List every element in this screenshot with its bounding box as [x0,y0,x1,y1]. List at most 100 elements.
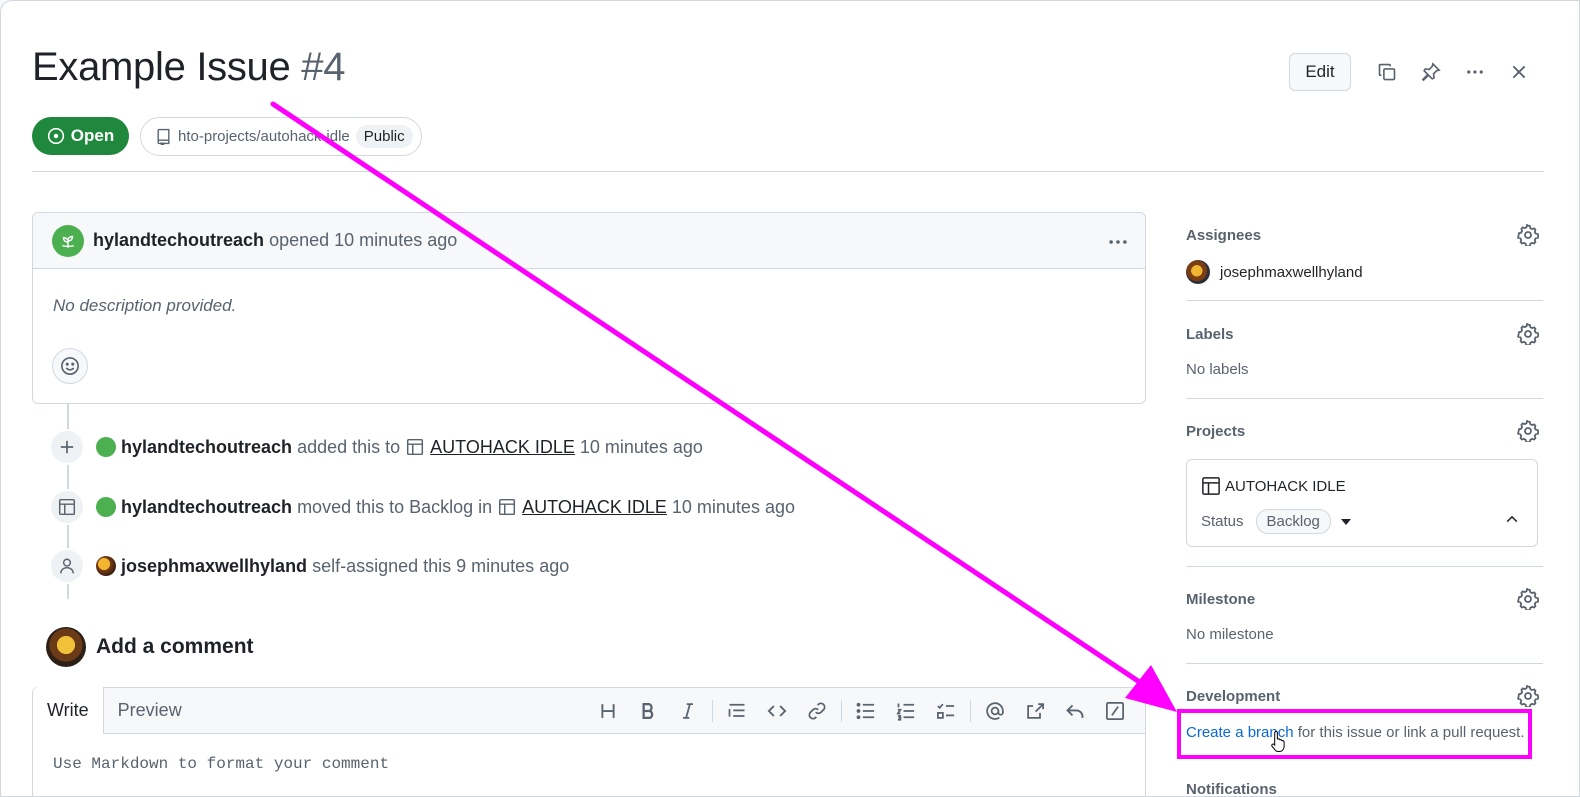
issue-panel: Example Issue #4 Edit Open hto-projects/… [0,0,1580,797]
plant-icon [62,235,74,248]
heading-icon[interactable] [588,698,628,724]
code-icon[interactable] [757,698,797,724]
user-avatar[interactable] [96,497,116,517]
assignee-item[interactable]: josephmaxwellhyland [1186,260,1543,284]
comment-action: opened [269,230,330,250]
unordered-list-icon[interactable] [846,698,886,724]
slash-commands-icon[interactable] [1095,698,1135,724]
visibility-badge: Public [355,125,413,148]
issue-number: #4 [301,45,346,89]
user-avatar[interactable] [96,556,116,576]
pin-icon[interactable] [1409,53,1453,91]
repo-name[interactable]: hto-projects/autohack-idle [178,128,350,145]
tab-write[interactable]: Write [33,687,104,734]
timeline-user[interactable]: hylandtechoutreach [121,497,292,518]
toolbar-divider [970,700,971,722]
copy-icon[interactable] [1365,53,1409,91]
comment-author[interactable]: hylandtechoutreach [93,230,264,251]
projects-heading: Projects [1186,422,1246,440]
issue-state-badge: Open [32,117,129,155]
header-actions: Edit [1289,53,1541,91]
cross-reference-icon[interactable] [1015,698,1055,724]
add-reaction-button[interactable] [52,348,88,384]
saved-replies-icon[interactable] [1055,698,1095,724]
labels-value: No labels [1186,361,1249,378]
timeline-text: added this to [297,436,401,457]
status-value[interactable]: Backlog [1255,509,1331,534]
italic-icon[interactable] [668,698,708,724]
timeline-time[interactable]: 10 minutes ago [580,437,703,458]
kebab-horizontal-icon[interactable] [1453,53,1497,91]
table-icon [499,498,516,516]
project-name-row[interactable]: AUTOHACK IDLE [1201,476,1346,496]
comment-textarea[interactable]: Use Markdown to format your comment [53,755,389,773]
triangle-down-icon[interactable] [1340,518,1351,525]
gear-icon[interactable] [1517,588,1539,610]
current-user-avatar[interactable] [46,627,86,667]
timeline-time[interactable]: 10 minutes ago [672,497,795,518]
close-icon[interactable] [1497,53,1541,91]
header-divider [32,171,1544,172]
issue-state-label: Open [70,126,115,145]
comment-time[interactable]: 10 minutes ago [334,230,457,251]
timeline-item: hylandtechoutreach moved this to Backlog… [49,488,795,526]
project-link[interactable]: AUTOHACK IDLE [522,497,667,518]
issue-title: Example Issue #4 [32,45,345,90]
assignees-heading: Assignees [1186,226,1262,244]
annotation-highlight-box [1177,709,1532,759]
issue-body-comment: hylandtechoutreach opened 10 minutes ago… [32,212,1146,404]
author-avatar[interactable] [52,224,84,257]
ordered-list-icon[interactable] [886,698,926,724]
comment-body: No description provided. [53,296,237,315]
labels-section: Labels No labels [1186,323,1543,378]
timeline-user[interactable]: josephmaxwellhyland [121,556,307,577]
project-name[interactable]: AUTOHACK IDLE [1225,478,1346,495]
comment-header: hylandtechoutreach opened 10 minutes ago [33,213,1145,269]
user-avatar[interactable] [96,437,116,457]
chevron-up-icon[interactable] [1505,512,1519,526]
assignees-section: Assignees josephmaxwellhyland [1186,224,1543,284]
gear-icon[interactable] [1517,685,1539,707]
assignee-avatar[interactable] [1186,260,1210,284]
notifications-heading: Notifications [1186,781,1277,797]
table-icon [407,438,424,456]
project-card: AUTOHACK IDLE Status Backlog [1186,459,1538,547]
milestone-section: Milestone No milestone [1186,588,1543,643]
gear-icon[interactable] [1517,323,1539,345]
milestone-value: No milestone [1186,626,1274,643]
timeline-text: self-assigned this 9 minutes ago [312,555,570,576]
comment-options-icon[interactable] [1107,231,1129,259]
timeline-text: moved this to Backlog in [297,496,493,517]
person-icon [49,548,85,584]
gear-icon[interactable] [1517,420,1539,442]
quote-icon[interactable] [717,698,757,724]
hand-cursor-icon [1271,730,1285,752]
bold-icon[interactable] [628,698,668,724]
assignee-name[interactable]: josephmaxwellhyland [1220,264,1363,281]
project-link[interactable]: AUTOHACK IDLE [430,437,575,458]
repo-icon [157,128,170,145]
smiley-icon [61,357,79,375]
project-status-row: Status Backlog [1201,509,1351,534]
tab-preview[interactable]: Preview [104,687,196,733]
sidebar-divider [1186,663,1543,664]
repo-pill[interactable]: hto-projects/autohack-idle Public [140,117,422,156]
status-label: Status [1201,513,1244,530]
editor-toolbar: Write Preview [33,687,1145,734]
timeline-item: josephmaxwellhyland self-assigned this 9… [49,547,569,585]
edit-button[interactable]: Edit [1289,53,1351,91]
gear-icon[interactable] [1517,224,1539,246]
milestone-heading: Milestone [1186,590,1256,608]
comment-editor: Write Preview Use Markdown to format you… [32,687,1146,796]
toolbar-divider [712,700,713,722]
task-list-icon[interactable] [926,698,966,724]
link-icon[interactable] [797,698,837,724]
sidebar-divider [1186,398,1543,399]
sidebar-divider [1186,300,1543,301]
mention-icon[interactable] [975,698,1015,724]
toolbar-divider [841,700,842,722]
sidebar-divider [1186,566,1543,567]
timeline-user[interactable]: hylandtechoutreach [121,437,292,458]
add-comment-heading: Add a comment [46,627,254,667]
format-toolbar [588,698,1135,724]
